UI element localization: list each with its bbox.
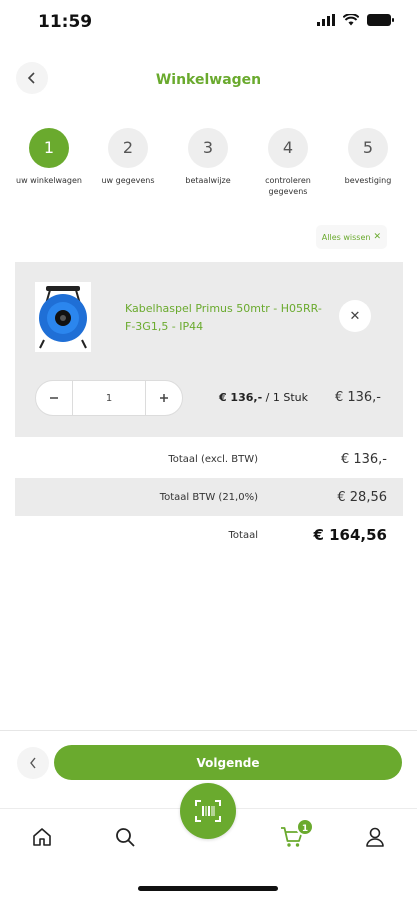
step-number: 1 xyxy=(29,128,69,168)
step-2[interactable]: 2 uw gegevens xyxy=(88,128,168,186)
step-1[interactable]: 1 uw winkelwagen xyxy=(9,128,89,186)
home-icon xyxy=(33,828,51,846)
chevron-left-icon xyxy=(30,757,36,769)
close-icon: ✕ xyxy=(373,232,381,242)
tab-account[interactable] xyxy=(359,821,391,853)
unit-price-suffix: / 1 Stuk xyxy=(265,391,308,404)
unit-price: € 136,- / 1 Stuk xyxy=(219,391,308,404)
clear-all-button[interactable]: Alles wissen ✕ xyxy=(315,225,387,249)
battery-icon xyxy=(367,14,394,26)
cart-item: Kabelhaspel Primus 50mtr - H05RR-F-3G1,5… xyxy=(15,262,403,437)
next-button[interactable]: Volgende xyxy=(54,745,402,780)
checkout-steps: 1 uw winkelwagen 2 uw gegevens 3 betaalw… xyxy=(0,128,417,208)
increase-button[interactable] xyxy=(146,381,182,415)
decrease-button[interactable] xyxy=(36,381,72,415)
plus-icon xyxy=(160,394,168,402)
cable-reel-icon xyxy=(39,286,87,349)
close-icon: ✕ xyxy=(349,308,361,324)
footer: Volgende xyxy=(0,744,417,782)
step-number: 3 xyxy=(188,128,228,168)
clear-all-label: Alles wissen xyxy=(321,232,371,242)
remove-item-button[interactable]: ✕ xyxy=(339,300,371,332)
step-label: controleren gegevens xyxy=(265,176,311,196)
signal-icon xyxy=(317,14,335,26)
barcode-scan-icon xyxy=(195,800,221,822)
line-total: € 136,- xyxy=(334,390,381,405)
quantity-value[interactable]: 1 xyxy=(72,381,146,415)
wifi-icon xyxy=(343,14,359,26)
status-bar: 11:59 xyxy=(0,0,417,44)
user-icon xyxy=(366,827,384,847)
total-vat-value: € 28,56 xyxy=(337,489,387,505)
search-icon xyxy=(116,828,135,847)
step-label: bevestiging xyxy=(344,176,392,185)
total-grand-label: Totaal xyxy=(228,529,258,541)
home-indicator xyxy=(138,886,278,891)
previous-button[interactable] xyxy=(17,747,49,779)
step-3[interactable]: 3 betaalwijze xyxy=(168,128,248,186)
minus-icon xyxy=(50,397,58,399)
total-vat-label: Totaal BTW (21,0%) xyxy=(159,491,258,503)
step-number: 4 xyxy=(268,128,308,168)
footer-divider xyxy=(0,730,417,731)
tab-bar: 1 xyxy=(0,783,417,868)
step-number: 5 xyxy=(348,128,388,168)
header: Winkelwagen xyxy=(0,58,417,102)
total-grand-value: € 164,56 xyxy=(313,526,387,544)
step-label: betaalwijze xyxy=(185,176,231,185)
step-label: uw winkelwagen xyxy=(16,176,82,185)
status-time: 11:59 xyxy=(38,12,93,32)
total-grand-row: Totaal € 164,56 xyxy=(15,516,403,554)
page-title: Winkelwagen xyxy=(155,72,262,88)
unit-price-value: € 136,- xyxy=(218,391,263,404)
product-image[interactable] xyxy=(35,282,91,352)
product-name[interactable]: Kabelhaspel Primus 50mtr - H05RR-F-3G1,5… xyxy=(125,300,325,336)
tab-search[interactable] xyxy=(109,821,141,853)
step-label: uw gegevens xyxy=(101,176,155,185)
total-vat-row: Totaal BTW (21,0%) € 28,56 xyxy=(15,478,403,516)
total-excl-row: Totaal (excl. BTW) € 136,- xyxy=(15,440,403,478)
totals: Totaal (excl. BTW) € 136,- Totaal BTW (2… xyxy=(15,440,403,554)
total-excl-value: € 136,- xyxy=(340,451,387,467)
step-4[interactable]: 4 controleren gegevens xyxy=(248,128,328,197)
scan-button[interactable] xyxy=(180,783,236,839)
step-number: 2 xyxy=(108,128,148,168)
total-excl-label: Totaal (excl. BTW) xyxy=(168,453,258,465)
tab-home[interactable] xyxy=(26,821,58,853)
step-5[interactable]: 5 bevestiging xyxy=(328,128,408,186)
cart-badge: 1 xyxy=(296,818,314,836)
tab-cart[interactable]: 1 xyxy=(276,818,314,853)
status-icons xyxy=(317,14,394,26)
quantity-stepper: 1 xyxy=(35,380,183,416)
